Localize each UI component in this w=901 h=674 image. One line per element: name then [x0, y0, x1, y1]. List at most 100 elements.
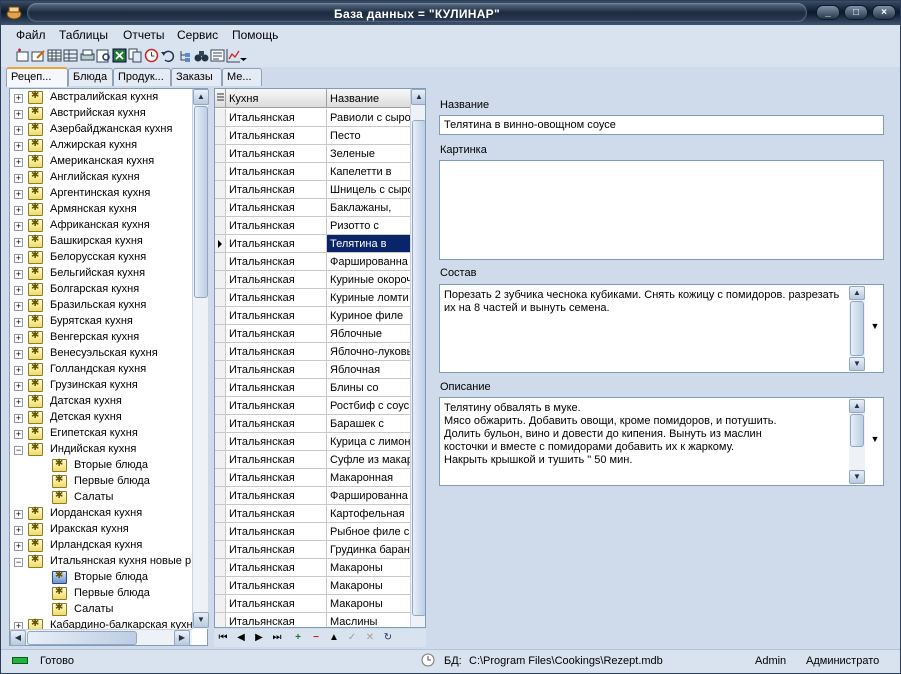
grid-icon[interactable] [63, 48, 78, 63]
cell-dish-name[interactable]: Блины со [327, 379, 411, 397]
menu-help[interactable]: Помощь [232, 28, 278, 42]
nav-next-button[interactable]: ▶ [252, 631, 266, 645]
cell-cuisine[interactable]: Итальянская [226, 415, 327, 433]
expand-icon[interactable]: + [14, 622, 23, 629]
table-row[interactable]: Итальянская Песто [215, 127, 411, 145]
tree-icon[interactable] [178, 48, 193, 63]
table-row[interactable]: Итальянская Яблочно-луковы [215, 343, 411, 361]
tree-node-cuisine[interactable]: + Американская кухня [10, 154, 192, 170]
cell-cuisine[interactable]: Итальянская [226, 127, 327, 145]
expand-icon[interactable]: + [14, 142, 23, 151]
cell-dish-name[interactable]: Фаршированна [327, 487, 411, 505]
expand-icon[interactable]: + [14, 398, 23, 407]
composition-memo[interactable]: Порезать 2 зубчика чеснока кубиками. Сня… [439, 284, 884, 373]
expand-icon[interactable]: + [14, 510, 23, 519]
cell-cuisine[interactable]: Итальянская [226, 199, 327, 217]
row-indicator[interactable] [215, 523, 226, 541]
title-bar[interactable]: База данных = "КУЛИНАР" _ □ × [1, 1, 900, 25]
menu-tables[interactable]: Таблицы [59, 28, 108, 42]
cell-dish-name[interactable]: Куриные окороч [327, 271, 411, 289]
cell-cuisine[interactable]: Итальянская [226, 577, 327, 595]
table-row[interactable]: Итальянская Капелетти в [215, 163, 411, 181]
expand-icon[interactable]: + [14, 430, 23, 439]
row-indicator[interactable] [215, 145, 226, 163]
row-indicator[interactable] [215, 325, 226, 343]
cell-cuisine[interactable]: Итальянская [226, 433, 327, 451]
expand-icon[interactable]: + [14, 110, 23, 119]
cell-cuisine[interactable]: Итальянская [226, 361, 327, 379]
nav-post-button[interactable]: ✓ [345, 631, 359, 645]
tree-node-cuisine[interactable]: + Австрийская кухня [10, 106, 192, 122]
row-indicator[interactable] [215, 415, 226, 433]
new-record-icon[interactable] [15, 48, 30, 63]
expand-icon[interactable]: + [14, 126, 23, 135]
cell-cuisine[interactable]: Итальянская [226, 217, 327, 235]
print-icon[interactable] [80, 48, 95, 63]
nav-delete-button[interactable]: − [309, 631, 323, 645]
table-row[interactable]: Итальянская Баклажаны, [215, 199, 411, 217]
table-row[interactable]: Итальянская Шницель с сыро [215, 181, 411, 199]
expand-icon[interactable]: + [14, 382, 23, 391]
expand-icon[interactable]: + [14, 254, 23, 263]
tree-scroll-down-button[interactable]: ▼ [193, 612, 209, 628]
cell-dish-name[interactable]: Баклажаны, [327, 199, 411, 217]
table-row[interactable]: Итальянская Блины со [215, 379, 411, 397]
composition-scroll-up-button[interactable]: ▲ [849, 286, 865, 300]
app-icon[interactable] [5, 4, 23, 21]
table-row[interactable]: Итальянская Телятина в [215, 235, 411, 253]
row-indicator[interactable] [215, 109, 226, 127]
cell-cuisine[interactable]: Итальянская [226, 289, 327, 307]
tree-node-cuisine[interactable]: + Иракская кухня [10, 522, 192, 538]
expand-icon[interactable]: + [14, 414, 23, 423]
row-indicator[interactable] [215, 181, 226, 199]
cell-cuisine[interactable]: Итальянская [226, 163, 327, 181]
expand-icon[interactable]: + [14, 158, 23, 167]
tab-menu[interactable]: Ме... [222, 68, 262, 86]
row-indicator[interactable] [215, 361, 226, 379]
expand-icon[interactable]: + [14, 270, 23, 279]
card-icon[interactable] [210, 48, 225, 63]
table-row[interactable]: Итальянская Маслины [215, 613, 411, 627]
cell-dish-name[interactable]: Куриные ломти [327, 289, 411, 307]
tree-node-cuisine[interactable]: + Аргентинская кухня [10, 186, 192, 202]
edit-icon[interactable] [31, 48, 46, 63]
tree-scroll-left-button[interactable]: ◀ [10, 630, 26, 646]
tree-node-cuisine[interactable]: + Голландская кухня [10, 362, 192, 378]
tree-node-cuisine[interactable]: + Египетская кухня [10, 426, 192, 442]
table-row[interactable]: Итальянская Ростбиф с соус [215, 397, 411, 415]
cell-dish-name[interactable]: Фаршированна [327, 253, 411, 271]
row-indicator[interactable] [215, 595, 226, 613]
expand-icon[interactable]: + [14, 302, 23, 311]
collapse-icon[interactable]: − [14, 558, 23, 567]
cell-cuisine[interactable]: Итальянская [226, 469, 327, 487]
cell-dish-name[interactable]: Зеленые [327, 145, 411, 163]
grid-column-name[interactable]: Название [327, 89, 411, 108]
row-indicator[interactable] [215, 307, 226, 325]
table-row[interactable]: Итальянская Куриные ломти [215, 289, 411, 307]
description-scroll-down-button[interactable]: ▼ [849, 470, 865, 484]
expand-icon[interactable]: + [14, 318, 23, 327]
table-row[interactable]: Итальянская Курица с лимон [215, 433, 411, 451]
tree-node-cuisine[interactable]: + Датская кухня [10, 394, 192, 410]
cell-cuisine[interactable]: Итальянская [226, 523, 327, 541]
picture-box[interactable] [439, 160, 884, 260]
tree-node-cuisine[interactable]: + Белорусская кухня [10, 250, 192, 266]
row-indicator[interactable] [215, 559, 226, 577]
recipes-grid[interactable]: Кухня Название Итальянская Равиоли с сыро… [214, 88, 426, 628]
expand-icon[interactable]: + [14, 366, 23, 375]
description-dropdown-icon[interactable]: ▼ [869, 434, 881, 444]
tree-scroll-right-button[interactable]: ▶ [174, 630, 190, 646]
table-row[interactable]: Итальянская Макароны [215, 559, 411, 577]
tree-node-cuisine[interactable]: + Иорданская кухня [10, 506, 192, 522]
cell-dish-name[interactable]: Телятина в [327, 235, 411, 253]
cell-cuisine[interactable]: Итальянская [226, 397, 327, 415]
cell-dish-name[interactable]: Яблочно-луковы [327, 343, 411, 361]
cell-dish-name[interactable]: Курица с лимон [327, 433, 411, 451]
table-row[interactable]: Итальянская Макароны [215, 577, 411, 595]
expand-icon[interactable]: + [14, 206, 23, 215]
cell-dish-name[interactable]: Маслины [327, 613, 411, 627]
cell-cuisine[interactable]: Итальянская [226, 505, 327, 523]
cell-dish-name[interactable]: Картофельная [327, 505, 411, 523]
cell-cuisine[interactable]: Итальянская [226, 595, 327, 613]
tree-node-category[interactable]: Первые блюда [10, 586, 192, 602]
